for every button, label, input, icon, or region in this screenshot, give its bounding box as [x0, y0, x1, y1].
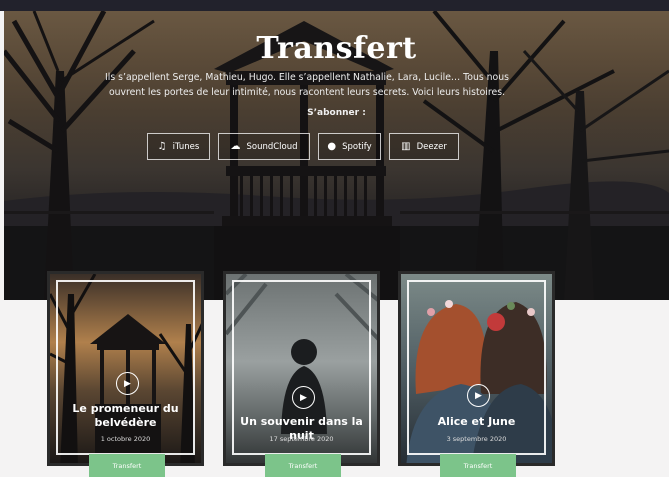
play-icon[interactable]: ▶	[467, 384, 490, 407]
episode-title: Alice et June	[437, 415, 516, 428]
episode-date: 3 septembre 2020	[446, 435, 507, 443]
soundcloud-button[interactable]: ☁ SoundCloud	[218, 133, 310, 160]
itunes-label: iTunes	[172, 141, 200, 152]
episode-card-alice-june[interactable]: ▶ Alice et June 3 septembre 2020	[398, 271, 555, 466]
category-badge[interactable]: Transfert	[89, 454, 165, 477]
play-icon[interactable]: ▶	[292, 386, 315, 409]
itunes-button[interactable]: ♫ iTunes	[147, 133, 210, 160]
episode-title: Le promeneur du belvédère	[72, 402, 179, 429]
top-bar	[0, 0, 669, 11]
soundcloud-label: SoundCloud	[246, 141, 298, 152]
hero-description: Ils s’appellent Serge, Mathieu, Hugo. El…	[105, 72, 509, 98]
spotify-button[interactable]: ● Spotify	[318, 133, 381, 160]
spotify-label: Spotify	[342, 141, 372, 152]
music-note-icon: ♫	[157, 140, 167, 152]
episode-date: 17 septembre 2020	[269, 435, 334, 443]
page-title: Transfert	[256, 31, 417, 66]
deezer-label: Deezer	[416, 141, 447, 152]
deezer-button[interactable]: ▥ Deezer	[389, 133, 459, 160]
hero-banner: Transfert Ils s’appellent Serge, Mathieu…	[4, 11, 669, 300]
episode-card-promeneur[interactable]: ▶ Le promeneur du belvédère 1 octobre 20…	[47, 271, 204, 466]
episode-date: 1 octobre 2020	[100, 435, 151, 443]
category-badge[interactable]: Transfert	[440, 454, 516, 477]
category-badge[interactable]: Transfert	[265, 454, 341, 477]
episode-card-souvenir[interactable]: ▶ Un souvenir dans la nuit 17 septembre …	[223, 271, 380, 466]
page: Transfert Ils s’appellent Serge, Mathieu…	[0, 0, 669, 477]
deezer-icon: ▥	[401, 140, 411, 152]
play-icon[interactable]: ▶	[116, 372, 139, 395]
platform-buttons: ♫ iTunes ☁ SoundCloud ● Spotify ▥ Deezer	[147, 133, 459, 160]
subscribe-label: S’abonner :	[307, 108, 366, 118]
soundcloud-icon: ☁	[230, 140, 241, 152]
spotify-icon: ●	[327, 140, 337, 152]
